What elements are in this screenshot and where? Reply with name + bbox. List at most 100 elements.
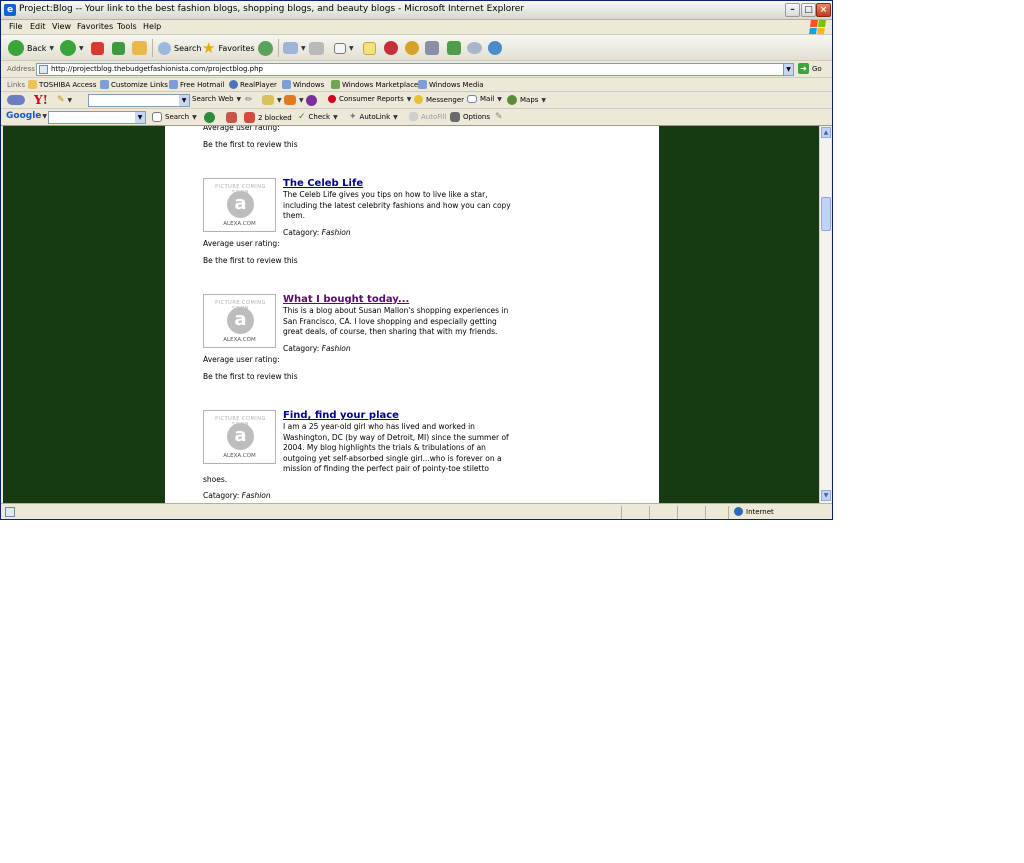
back-button[interactable]: Back ▼	[8, 39, 54, 57]
download-button[interactable]	[447, 39, 461, 57]
review-prompt[interactable]: Be the first to review this	[203, 256, 298, 265]
scroll-down-button[interactable]: ▼	[821, 490, 831, 501]
title-bar[interactable]: e Project:Blog -- Your link to the best …	[1, 1, 832, 20]
chevron-down-icon[interactable]: ▼	[299, 97, 304, 104]
address-input[interactable]: http://projectblog.thebudgetfashionista.…	[36, 63, 793, 76]
home-button[interactable]	[132, 39, 147, 57]
menu-view[interactable]: View	[52, 22, 71, 31]
link-toshiba-access[interactable]: TOSHIBA Access	[28, 80, 96, 89]
blog-thumbnail[interactable]: PICTURE COMING SOON a ALEXA.COM	[203, 178, 276, 232]
minimize-button[interactable]: –	[785, 3, 800, 17]
highlight-button[interactable]: ✏	[245, 95, 253, 105]
messenger-button[interactable]: Messenger	[414, 95, 464, 104]
refresh-button[interactable]	[112, 39, 125, 57]
close-button[interactable]: ×	[816, 3, 831, 17]
refresh-icon	[112, 41, 125, 55]
mail-button[interactable]: ▼	[283, 39, 306, 57]
edit-button[interactable]: ▼	[334, 39, 354, 57]
medal-icon	[405, 41, 419, 55]
stop-button[interactable]	[91, 39, 104, 57]
blog-title-link[interactable]: What I bought today...	[283, 294, 409, 305]
yahoo-toolbar-menu[interactable]	[7, 95, 25, 105]
chevron-down-icon[interactable]: ▼	[49, 45, 54, 52]
google-logo[interactable]: Google▼	[6, 111, 47, 121]
consumer-reports-button[interactable]: Consumer Reports ▼	[328, 95, 411, 103]
yahoo-search-dropdown[interactable]: ▼	[179, 95, 189, 106]
autofill-button[interactable]: AutoFill	[409, 112, 447, 121]
news-button[interactable]	[226, 112, 237, 123]
blog-title-link[interactable]: The Celeb Life	[283, 178, 363, 189]
mail-menu-button[interactable]: Mail ▼	[467, 95, 502, 103]
options-label: Options	[463, 113, 491, 121]
link-free-hotmail[interactable]: Free Hotmail	[169, 80, 224, 89]
chevron-down-icon[interactable]: ▼	[541, 97, 546, 104]
contacts-button[interactable]	[488, 39, 502, 57]
average-rating-label: Average user rating:	[203, 126, 280, 132]
chevron-down-icon[interactable]: ▼	[349, 45, 354, 52]
scrollbar-thumb[interactable]	[821, 197, 831, 231]
forward-button[interactable]: ▼	[60, 39, 84, 57]
chevron-down-icon[interactable]: ▼	[393, 114, 398, 121]
chevron-down-icon[interactable]: ▼	[277, 97, 282, 104]
scroll-up-button[interactable]: ▲	[821, 127, 831, 138]
autolink-button[interactable]: ✦ AutoLink ▼	[349, 112, 398, 122]
menu-help[interactable]: Help	[143, 22, 161, 31]
search-web-button[interactable]: Search Web ▼	[192, 95, 241, 103]
google-search-dropdown[interactable]: ▼	[135, 112, 145, 123]
news-icon	[226, 112, 237, 123]
yahoo-360-button[interactable]	[306, 95, 317, 106]
go-button[interactable]: ➜ Go	[798, 63, 822, 74]
link-windows[interactable]: Windows	[282, 80, 324, 89]
link-customize-links[interactable]: Customize Links	[100, 80, 168, 89]
yahoo-pencil-button[interactable]: ✎ ▼	[57, 95, 72, 105]
search-label: Search	[174, 43, 202, 53]
link-realplayer[interactable]: RealPlayer	[229, 80, 277, 89]
blog-title-link[interactable]: Find, find your place	[283, 410, 399, 421]
research-button[interactable]	[405, 39, 419, 57]
blog-thumbnail[interactable]: PICTURE COMING SOON a ALEXA.COM	[203, 294, 276, 348]
chevron-down-icon[interactable]: ▼	[237, 96, 242, 103]
discuss-button[interactable]	[363, 39, 376, 57]
options-button[interactable]: Options	[450, 112, 490, 122]
chevron-down-icon[interactable]: ▼	[79, 45, 84, 52]
status-pane-divider	[677, 506, 678, 519]
history-button[interactable]	[258, 39, 273, 57]
link-windows-marketplace[interactable]: Windows Marketplace	[331, 80, 418, 89]
popup-blocker-button[interactable]: 2 blocked	[244, 112, 292, 123]
spell-check-button[interactable]: ✓ Check ▼	[298, 112, 338, 122]
chevron-down-icon[interactable]: ▼	[497, 96, 502, 103]
blog-thumbnail[interactable]: PICTURE COMING SOON a ALEXA.COM	[203, 410, 276, 464]
pencil-menu-button[interactable]: ✎	[495, 112, 503, 122]
google-search-button[interactable]: Search ▼	[152, 112, 197, 122]
search-button[interactable]: Search	[158, 39, 201, 57]
menu-edit[interactable]: Edit	[30, 22, 46, 31]
menu-file[interactable]: File	[9, 22, 22, 31]
pagerank-button[interactable]	[204, 112, 215, 123]
bookmark-icon	[284, 95, 296, 105]
vertical-scrollbar[interactable]: ▲ ▼	[819, 126, 831, 503]
yahoo-notes-button[interactable]: ▼	[262, 95, 282, 105]
address-dropdown-button[interactable]: ▼	[783, 63, 794, 76]
link-windows-media[interactable]: Windows Media	[418, 80, 484, 89]
print-button[interactable]	[309, 39, 324, 57]
media-button[interactable]	[425, 39, 439, 57]
yahoo-logo[interactable]: Y!	[34, 93, 48, 107]
chevron-down-icon[interactable]: ▼	[407, 96, 412, 103]
chat-button[interactable]	[467, 39, 482, 57]
messenger-toolbar-button[interactable]	[384, 39, 398, 57]
menu-favorites[interactable]: Favorites	[77, 22, 113, 31]
review-prompt[interactable]: Be the first to review this	[203, 372, 298, 381]
yahoo-bookmarks-button[interactable]: ▼	[284, 95, 304, 105]
chevron-down-icon[interactable]: ▼	[192, 114, 197, 121]
chevron-down-icon[interactable]: ▼	[68, 97, 73, 104]
category-value: Fashion	[321, 344, 351, 353]
menu-tools[interactable]: Tools	[117, 22, 137, 31]
maximize-button[interactable]: □	[801, 3, 816, 17]
chevron-down-icon[interactable]: ▼	[333, 114, 338, 121]
address-url: http://projectblog.thebudgetfashionista.…	[51, 65, 264, 73]
maps-button[interactable]: Maps ▼	[507, 95, 546, 105]
yahoo-search-input[interactable]: ▼	[88, 94, 190, 107]
google-search-input[interactable]: ▼	[48, 111, 146, 124]
favorites-button[interactable]: ★ Favorites	[202, 39, 255, 57]
chevron-down-icon[interactable]: ▼	[301, 45, 306, 52]
